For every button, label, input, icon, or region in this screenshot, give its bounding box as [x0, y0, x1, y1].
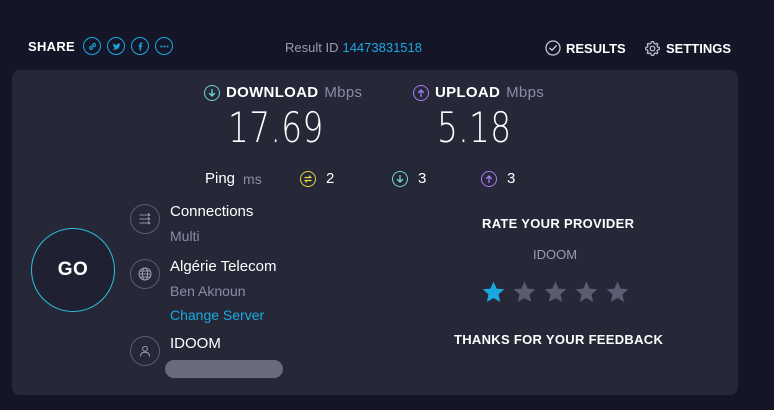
- provider-name: IDOOM: [170, 335, 221, 352]
- go-button[interactable]: GO: [31, 228, 115, 312]
- ping-upload-icon: [481, 170, 497, 187]
- star-icon[interactable]: [543, 280, 568, 310]
- ping-unit: ms: [243, 170, 262, 187]
- ping-upload-value: 3: [507, 170, 516, 187]
- ping-download-value: 3: [418, 170, 427, 187]
- rate-provider-name: IDOOM: [533, 247, 578, 262]
- top-bar: SHARE Result ID 14473831518 RESULTS SETTI…: [0, 0, 774, 70]
- gear-icon: [645, 41, 660, 56]
- settings-button[interactable]: SETTINGS: [644, 40, 731, 57]
- result-id-link[interactable]: 14473831518: [342, 40, 422, 55]
- feedback-thanks: THANKS FOR YOUR FEEDBACK: [454, 332, 664, 347]
- ping-row: Ping ms: [205, 170, 262, 187]
- redacted-ip: [165, 360, 283, 378]
- server-name: Algérie Telecom: [170, 258, 277, 275]
- change-server-link[interactable]: Change Server: [170, 307, 264, 323]
- ping-download: 3: [392, 170, 426, 187]
- settings-label: SETTINGS: [666, 41, 732, 56]
- star-rating: [481, 280, 630, 310]
- share-label: SHARE: [28, 38, 76, 54]
- globe-icon: [130, 259, 160, 289]
- server-location: Ben Aknoun: [170, 283, 246, 299]
- result-id-label: Result ID: [285, 40, 339, 55]
- check-circle-icon: [545, 40, 561, 56]
- result-id: Result ID 14473831518: [285, 40, 422, 55]
- download-unit: Mbps: [324, 84, 363, 101]
- download-value: 17.69: [228, 103, 324, 152]
- user-icon: [130, 336, 160, 366]
- upload-value: 5.18: [437, 103, 512, 152]
- rate-title: RATE YOUR PROVIDER: [482, 216, 635, 231]
- more-icon[interactable]: [155, 37, 174, 55]
- share-bar: SHARE: [28, 37, 174, 55]
- twitter-icon[interactable]: [107, 37, 126, 55]
- download-arrow-icon: [204, 84, 220, 101]
- upload-unit: Mbps: [506, 84, 545, 101]
- results-button[interactable]: RESULTS: [545, 40, 626, 56]
- ping-idle: 2: [300, 170, 334, 187]
- download-label: DOWNLOAD: [226, 84, 319, 101]
- connections-title: Connections: [170, 203, 254, 220]
- connections-value: Multi: [170, 228, 200, 244]
- ping-idle-value: 2: [326, 170, 335, 187]
- star-icon[interactable]: [605, 280, 630, 310]
- connections-icon: [130, 204, 160, 234]
- ping-label: Ping: [205, 170, 236, 187]
- star-icon[interactable]: [574, 280, 599, 310]
- download-metric: DOWNLOAD Mbps: [204, 84, 362, 101]
- ping-download-icon: [392, 170, 408, 187]
- star-icon[interactable]: [512, 280, 537, 310]
- results-label: RESULTS: [566, 40, 626, 56]
- facebook-icon[interactable]: [131, 37, 150, 55]
- star-icon[interactable]: [481, 280, 506, 310]
- upload-arrow-icon: [413, 84, 429, 101]
- link-icon[interactable]: [83, 37, 102, 55]
- ping-idle-icon: [300, 170, 316, 187]
- ping-upload: 3: [481, 170, 515, 187]
- upload-label: UPLOAD: [435, 84, 501, 101]
- upload-metric: UPLOAD Mbps: [413, 84, 544, 101]
